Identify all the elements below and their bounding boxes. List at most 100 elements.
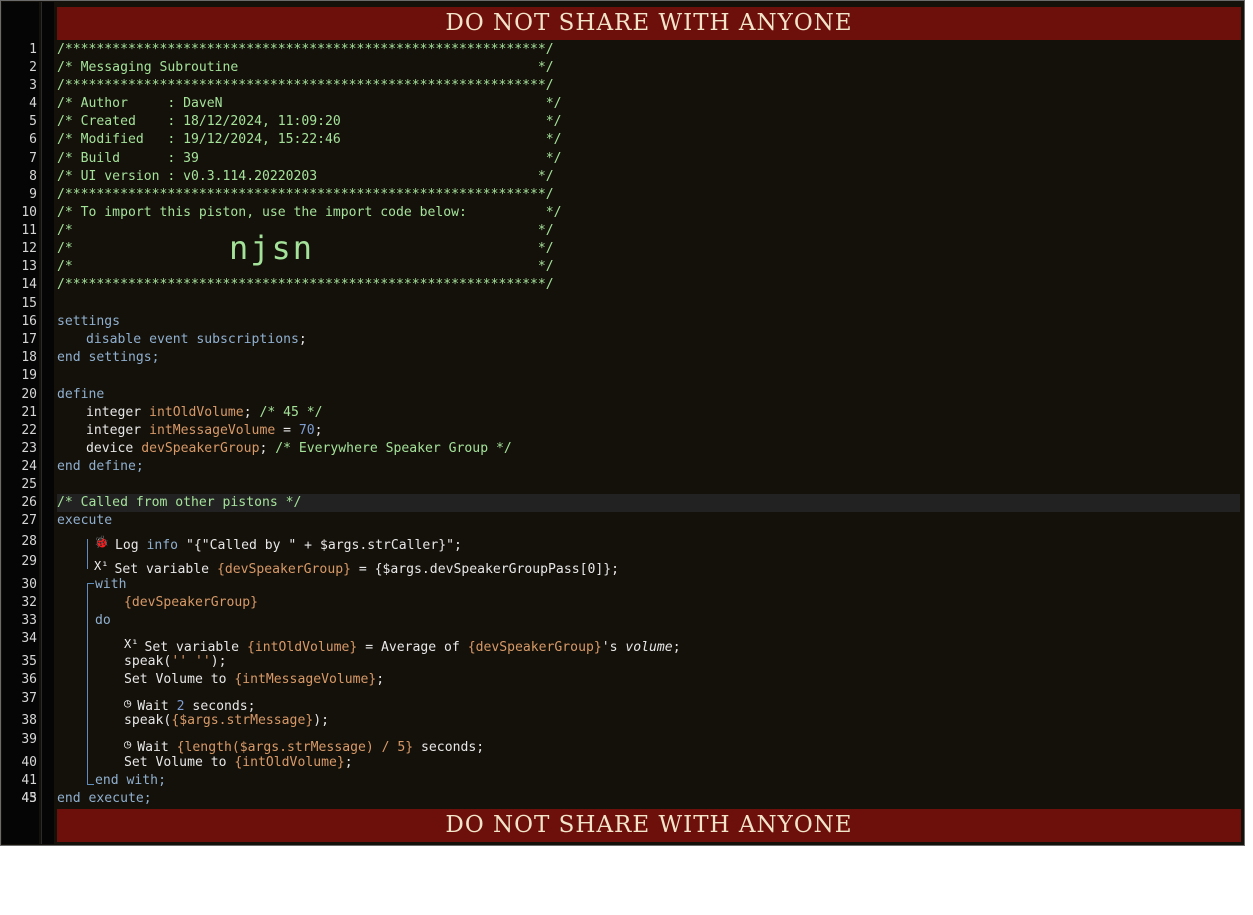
line-number: 28 xyxy=(21,534,37,549)
header-build: /* Build : 39 */ xyxy=(57,151,562,166)
with-device[interactable]: {devSpeakerGroup} xyxy=(57,594,1240,612)
line-number: 25 xyxy=(21,477,37,492)
set-volume-label: Set Volume to xyxy=(124,672,235,687)
speak-close: ); xyxy=(210,654,227,669)
line-number: 21 xyxy=(21,405,37,420)
comment: /* 45 */ xyxy=(259,405,323,420)
line-number: 18 xyxy=(21,350,37,365)
log-message: "{"Called by " + $args.strCaller}"; xyxy=(185,538,462,553)
type-label: device xyxy=(86,441,134,456)
header-border-1: /***************************************… xyxy=(57,42,554,57)
clock-icon: ◷ xyxy=(124,696,132,710)
speak-call: speak( xyxy=(124,713,172,728)
line-number: 13 xyxy=(21,259,37,274)
disable-statement: disable event subscriptions xyxy=(86,332,299,347)
line-number: 37 xyxy=(21,691,37,706)
line-number: 14 xyxy=(21,277,37,292)
wait-1[interactable]: ◷ Wait 2 seconds; xyxy=(57,694,1240,714)
header-author: /* Author : DaveN */ xyxy=(57,96,562,111)
speak-close: ); xyxy=(313,713,329,728)
settings-disable-line: disable event subscriptions; xyxy=(86,332,307,347)
set-variable-2[interactable]: X¹ Set variable {intOldVolume} = Average … xyxy=(57,635,1240,655)
set-volume-1[interactable]: Set Volume to {intMessageVolume}; xyxy=(57,671,1240,689)
line-number: 2 xyxy=(29,60,37,75)
header-border-2: /***************************************… xyxy=(57,78,554,93)
line-number: 17 xyxy=(21,332,37,347)
variable-name[interactable]: intOldVolume xyxy=(149,405,244,420)
speak-arg: '' '' xyxy=(171,654,211,669)
line-number: 34 xyxy=(21,631,37,646)
speak-call: speak( xyxy=(124,654,172,669)
type-label: integer xyxy=(86,423,142,438)
line-number: 9 xyxy=(29,187,37,202)
line-number: 32 xyxy=(21,595,37,610)
do-keyword: do xyxy=(95,613,111,628)
end-execute: end execute; xyxy=(57,791,152,806)
number-value: 70 xyxy=(298,423,315,438)
volume-var: {intOldVolume} xyxy=(234,755,345,770)
line-number: 1 xyxy=(29,42,37,57)
end-with: end with; xyxy=(95,773,166,788)
line-number: 11 xyxy=(21,223,37,238)
log-level: info xyxy=(146,538,179,553)
line-number: 15 xyxy=(21,296,37,311)
line-number: 24 xyxy=(21,459,37,474)
variable-name[interactable]: devSpeakerGroup xyxy=(141,441,259,456)
warning-banner-bottom: DO NOT SHARE WITH ANYONE xyxy=(57,809,1241,842)
header-ui-version: /* UI version : v0.3.114.20220203 */ xyxy=(57,169,554,184)
speak-arg: {$args.strMessage} xyxy=(171,713,314,728)
line-number: 33 xyxy=(21,613,37,628)
line-number: 4 xyxy=(29,96,37,111)
clock-icon: ◷ xyxy=(124,737,132,751)
line-number: 38 xyxy=(21,713,37,728)
line-number: 26 xyxy=(21,495,37,510)
line-number: 30 xyxy=(21,577,37,592)
called-comment: /* Called from other pistons */ xyxy=(57,494,1240,512)
end-settings: end settings; xyxy=(57,350,160,365)
line-number: 5 xyxy=(29,114,37,129)
header-title: /* Messaging Subroutine */ xyxy=(57,60,554,75)
wait-2[interactable]: ◷ Wait {length($args.strMessage) / 5} sec… xyxy=(57,735,1240,755)
import-code[interactable]: njsn xyxy=(229,231,314,265)
set-volume-2[interactable]: Set Volume to {intOldVolume}; xyxy=(57,754,1240,772)
speak-1[interactable]: speak('' ''); xyxy=(57,653,1240,671)
line-number: 22 xyxy=(21,423,37,438)
wait-label: Wait xyxy=(137,740,177,755)
wait-unit: seconds; xyxy=(413,740,485,755)
define-keyword: define xyxy=(57,387,105,402)
set-variable-label: Set variable xyxy=(114,562,210,577)
line-number: 7 xyxy=(29,151,37,166)
wait-expression: {length($args.strMessage) / 5} xyxy=(176,740,414,755)
line-number: 36 xyxy=(21,672,37,687)
end-define: end define; xyxy=(57,459,144,474)
volume-var: {intMessageVolume} xyxy=(234,672,377,687)
set-variable-icon: X¹ xyxy=(124,637,139,651)
define-int-old: integer intOldVolume; /* 45 */ xyxy=(86,405,323,420)
speak-2[interactable]: speak({$args.strMessage}); xyxy=(57,712,1240,730)
line-number: 45 xyxy=(21,791,37,806)
line-number: 35 xyxy=(21,654,37,669)
line-number: 39 xyxy=(21,732,37,747)
log-statement[interactable]: 🐞 Log info "{"Called by " + $args.strCall… xyxy=(57,533,1240,553)
line-number: 20 xyxy=(21,387,37,402)
header-border-3: /***************************************… xyxy=(57,187,554,202)
bug-icon: 🐞 xyxy=(94,535,109,549)
line-number: 23 xyxy=(21,441,37,456)
line-number: 12 xyxy=(21,241,37,256)
set-variable-1[interactable]: X¹ Set variable {devSpeakerGroup} = {$arg… xyxy=(57,557,1240,577)
set-volume-label: Set Volume to xyxy=(124,755,235,770)
line-number: 10 xyxy=(21,205,37,220)
warning-banner-top: DO NOT SHARE WITH ANYONE xyxy=(57,7,1241,40)
set-value: = {$args.devSpeakerGroupPass[0]}; xyxy=(358,562,620,577)
header-created: /* Created : 18/12/2024, 11:09:20 */ xyxy=(57,114,562,129)
set-variable-icon: X¹ xyxy=(94,559,109,573)
type-label: integer xyxy=(86,405,142,420)
piston-viewer: DO NOT SHARE WITH ANYONE 1 2 3 4 5 6 7 8 9 10 11 12… xyxy=(0,0,1245,846)
define-int-msg: integer intMessageVolume = 70; xyxy=(86,423,323,438)
execute-keyword: execute xyxy=(57,513,113,528)
variable-name[interactable]: intMessageVolume xyxy=(149,423,275,438)
log-keyword: Log xyxy=(114,538,139,553)
line-number: 8 xyxy=(29,169,37,184)
define-device: device devSpeakerGroup; /* Everywhere Sp… xyxy=(86,441,512,456)
line-number: 19 xyxy=(21,368,37,383)
